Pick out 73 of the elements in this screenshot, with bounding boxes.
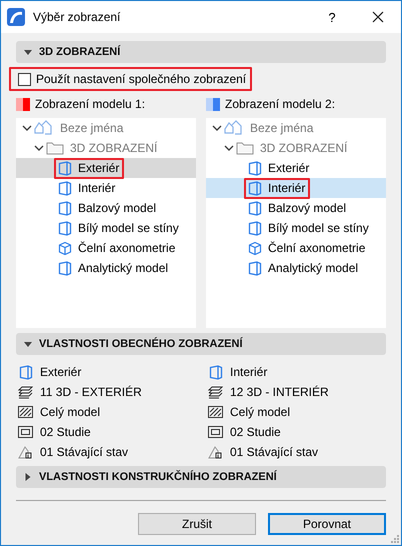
tree-item[interactable]: Beze jména (206, 118, 386, 138)
tree-item[interactable]: Čelní axonometrie (206, 238, 386, 258)
view-icon (58, 220, 72, 236)
view-icon (58, 160, 72, 176)
expanded-triangle-icon (24, 342, 32, 346)
layers-icon (208, 386, 223, 398)
section-header[interactable]: VLASTNOSTI KONSTRUKČNÍHO ZOBRAZENÍ (16, 466, 386, 488)
tree-item[interactable]: Analytický model (16, 258, 196, 278)
view-icon (18, 364, 32, 380)
view-icon (248, 180, 262, 196)
window-title: Výběr zobrazení (33, 10, 122, 24)
view-icon (248, 160, 262, 176)
property-value: Exteriér (40, 365, 82, 379)
house-icon (208, 445, 223, 459)
property-value: 12 3D - INTERIÉR (230, 385, 329, 399)
model-label: Zobrazení modelu 2: (225, 97, 336, 111)
property-value: Celý model (40, 405, 100, 419)
tree-item[interactable]: Bílý model se stíny (206, 218, 386, 238)
chevron-down-icon[interactable] (224, 144, 234, 152)
property-value: Interiér (230, 365, 268, 379)
tree-item[interactable]: Interiér (206, 178, 386, 198)
section-header[interactable]: 3D ZOBRAZENÍ (16, 41, 386, 63)
tree-item[interactable]: 3D ZOBRAZENÍ (206, 138, 386, 158)
chevron-down-icon[interactable] (212, 124, 222, 132)
view-icon (248, 200, 262, 216)
rectangle-icon (18, 426, 33, 438)
property-value: 02 Studie (230, 425, 281, 439)
houses-icon (224, 120, 244, 136)
folder-icon (236, 141, 254, 155)
view-icon (208, 364, 222, 380)
view-icon (248, 220, 262, 236)
tree-item[interactable]: Čelní axonometrie (16, 238, 196, 258)
property-value: 11 3D - EXTERIÉR (40, 385, 142, 399)
property-value: Celý model (230, 405, 290, 419)
tree-item[interactable]: Balzový model (16, 198, 196, 218)
tree-item[interactable]: Analytický model (206, 258, 386, 278)
close-icon[interactable] (372, 11, 384, 23)
resize-grip-icon[interactable] (390, 534, 399, 543)
folder-icon (46, 141, 64, 155)
cube-icon (248, 240, 262, 256)
property-value: 01 Stávající stav (230, 445, 318, 459)
tree-item[interactable]: 3D ZOBRAZENÍ (16, 138, 196, 158)
tree-item[interactable]: Balzový model (206, 198, 386, 218)
dialog-button[interactable]: Zrušit (138, 513, 256, 535)
checkbox[interactable] (18, 72, 31, 86)
view-icon (248, 260, 262, 276)
view-icon (58, 260, 72, 276)
house-icon (18, 445, 33, 459)
rectangle-icon (208, 426, 223, 438)
help-button[interactable]: ? (309, 10, 355, 24)
dialog-button[interactable]: Porovnat (268, 513, 386, 535)
section-header[interactable]: VLASTNOSTI OBECNÉHO ZOBRAZENÍ (16, 333, 386, 355)
model-label: Zobrazení modelu 1: (35, 97, 146, 111)
collapsed-triangle-icon (24, 473, 32, 481)
tree-item[interactable]: Beze jména (16, 118, 196, 138)
property-value: 01 Stávající stav (40, 445, 128, 459)
hatched-rectangle-icon (208, 406, 223, 418)
view-icon (58, 180, 72, 196)
checkbox-label: Použít nastavení společného zobrazení (36, 72, 246, 86)
tree-item[interactable]: Exteriér (16, 158, 196, 178)
property-value: 02 Studie (40, 425, 91, 439)
cube-icon (58, 240, 72, 256)
view-icon (58, 200, 72, 216)
chevron-down-icon[interactable] (34, 144, 44, 152)
houses-icon (34, 120, 54, 136)
chevron-down-icon[interactable] (22, 124, 32, 132)
tree-item[interactable]: Exteriér (206, 158, 386, 178)
expanded-triangle-icon (24, 50, 32, 54)
layers-icon (18, 386, 33, 398)
app-logo-icon (7, 8, 25, 26)
hatched-rectangle-icon (18, 406, 33, 418)
tree-item[interactable]: Bílý model se stíny (16, 218, 196, 238)
tree-item[interactable]: Interiér (16, 178, 196, 198)
